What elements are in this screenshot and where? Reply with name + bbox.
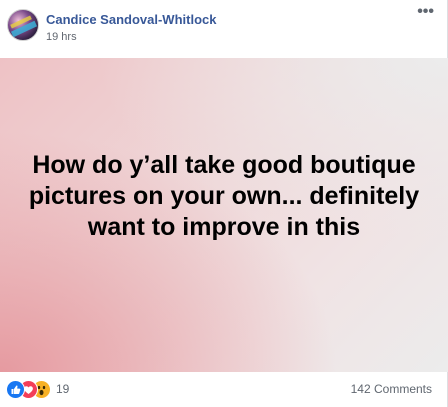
post-timestamp[interactable]: 19 hrs bbox=[46, 31, 77, 43]
post-statement: How do y’all take good boutique pictures… bbox=[28, 151, 420, 241]
post-text-background: How do y’all take good boutique pictures… bbox=[0, 58, 448, 372]
author-name[interactable]: Candice Sandoval-Whitlock bbox=[46, 12, 216, 27]
post-footer: 19 142 Comments bbox=[0, 372, 448, 407]
reaction-count[interactable]: 19 bbox=[56, 382, 69, 396]
post-card: Candice Sandoval-Whitlock 19 hrs ••• How… bbox=[0, 0, 448, 407]
more-options-icon[interactable]: ••• bbox=[417, 4, 434, 20]
comments-count-link[interactable]: 142 Comments bbox=[351, 382, 432, 396]
like-icon bbox=[6, 380, 25, 399]
post-header: Candice Sandoval-Whitlock 19 hrs ••• bbox=[0, 0, 448, 60]
avatar[interactable] bbox=[7, 9, 39, 41]
